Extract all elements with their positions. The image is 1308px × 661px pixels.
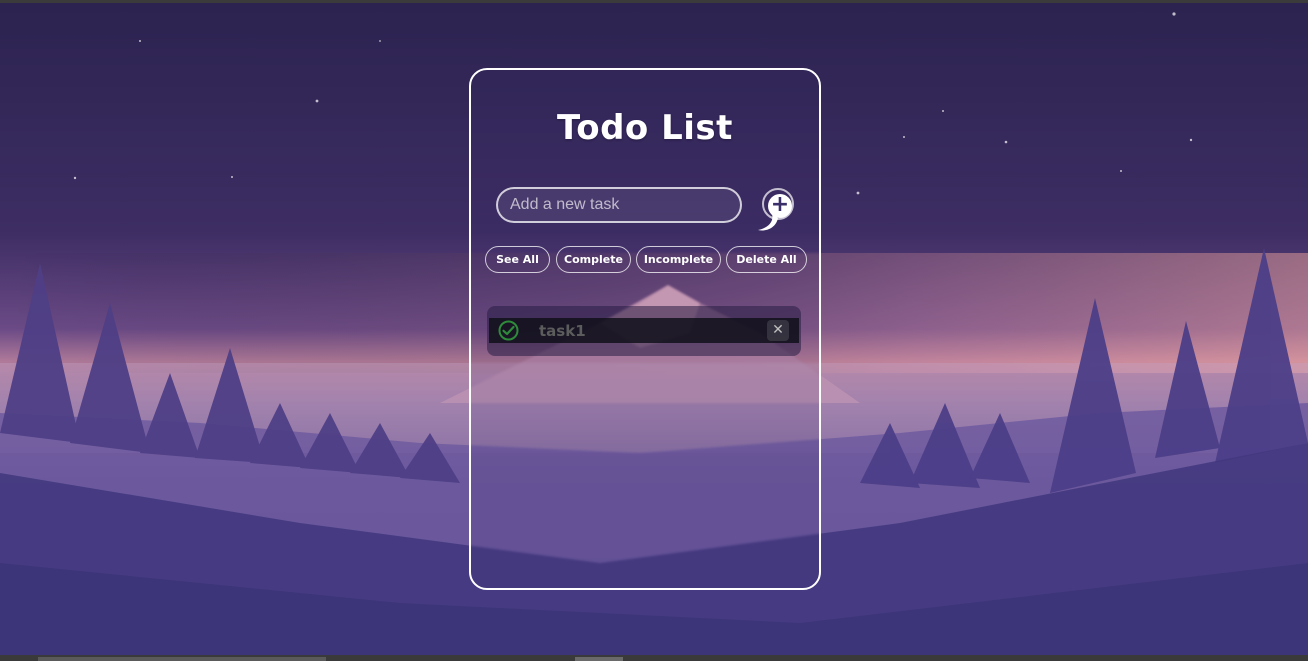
filter-see-all-button[interactable]: See All <box>485 246 550 273</box>
task-item[interactable]: task1 ✕ <box>489 318 799 343</box>
todo-card: Todo List + See All Complete Incomplete … <box>469 68 821 590</box>
check-circle-icon[interactable] <box>498 320 519 341</box>
add-button-tail-decoration <box>758 214 778 231</box>
horizontal-scrollbar[interactable] <box>38 657 326 661</box>
filter-bar: See All Complete Incomplete Delete All <box>485 246 807 274</box>
scrollbar-segment[interactable] <box>575 657 623 661</box>
page-title: Todo List <box>557 108 733 148</box>
task-list: task1 ✕ <box>487 306 801 356</box>
delete-all-button[interactable]: Delete All <box>726 246 807 273</box>
new-task-input[interactable] <box>496 187 742 223</box>
filter-incomplete-button[interactable]: Incomplete <box>636 246 721 273</box>
close-icon: ✕ <box>772 322 784 338</box>
filter-complete-button[interactable]: Complete <box>556 246 631 273</box>
task-label: task1 <box>539 322 586 340</box>
delete-task-button[interactable]: ✕ <box>767 320 789 341</box>
